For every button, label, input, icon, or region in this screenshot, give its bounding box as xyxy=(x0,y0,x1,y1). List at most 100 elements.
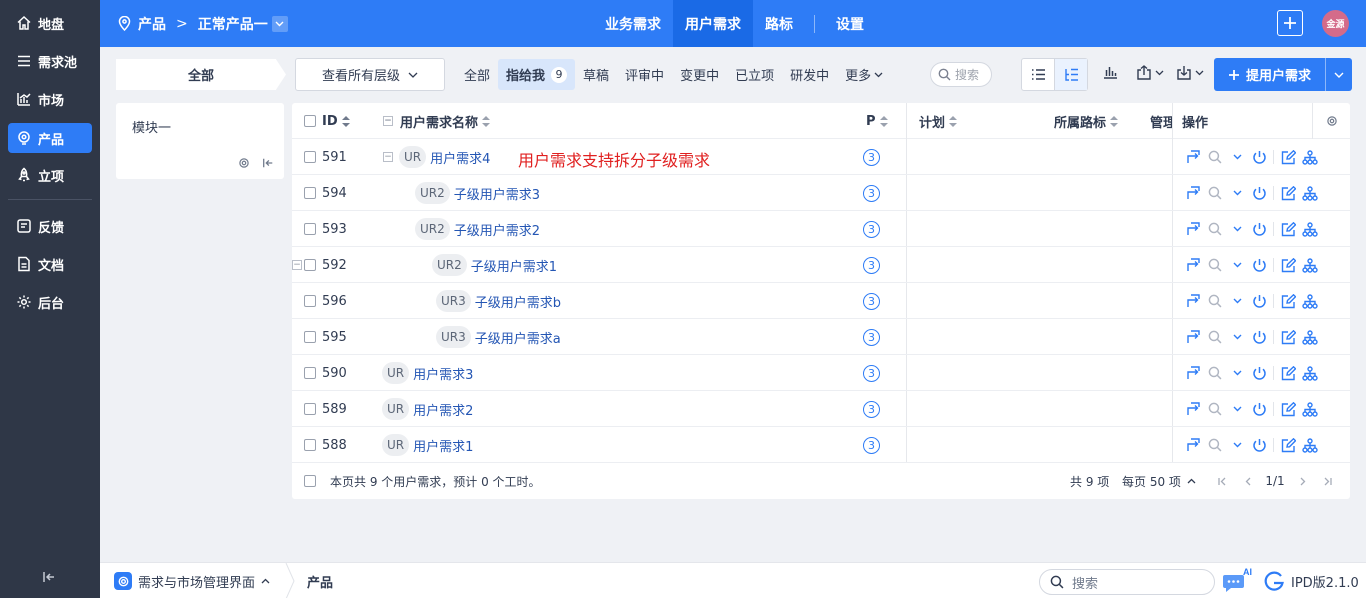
row-checkbox[interactable] xyxy=(304,319,316,355)
table-row[interactable]: 592 − UR2 子级用户需求1 3 xyxy=(292,247,1350,283)
export-button[interactable] xyxy=(1136,65,1164,80)
more-actions-dropdown[interactable] xyxy=(1226,370,1248,376)
close-demand-button[interactable] xyxy=(1248,294,1270,309)
tab-business-demand[interactable]: 业务需求 xyxy=(593,0,673,47)
ai-assistant-button[interactable]: AI xyxy=(1222,568,1254,594)
sidebar-item-docs[interactable]: 文档 xyxy=(8,249,92,279)
column-settings-button[interactable] xyxy=(1326,103,1338,139)
column-header-plan[interactable]: 计划 xyxy=(919,103,958,139)
filter-changing[interactable]: 变更中 xyxy=(672,59,727,90)
edit-button[interactable] xyxy=(1277,401,1299,417)
review-button[interactable] xyxy=(1204,402,1226,416)
filter-reviewing[interactable]: 评审中 xyxy=(617,59,672,90)
demand-title-link[interactable]: 子级用户需求1 xyxy=(471,256,557,275)
table-row[interactable]: 590 UR 用户需求3 3 xyxy=(292,355,1350,391)
table-row[interactable]: 591 − UR 用户需求4 3 xyxy=(292,139,1350,175)
filter-approved[interactable]: 已立项 xyxy=(727,59,782,90)
edit-button[interactable] xyxy=(1277,257,1299,273)
module-all-tab[interactable]: 全部 xyxy=(116,59,286,90)
bottom-breadcrumb[interactable]: 产品 xyxy=(307,563,333,598)
sidebar-item-project[interactable]: 立项 xyxy=(8,160,92,190)
breakdown-button[interactable] xyxy=(1299,365,1321,381)
demand-title-link[interactable]: 用户需求3 xyxy=(413,364,473,383)
split-demand-button[interactable] xyxy=(1182,330,1204,344)
demand-title-link[interactable]: 用户需求1 xyxy=(413,436,473,455)
sidebar-item-market[interactable]: 市场 xyxy=(8,84,92,114)
split-demand-button[interactable] xyxy=(1182,258,1204,272)
close-demand-button[interactable] xyxy=(1248,186,1270,201)
more-actions-dropdown[interactable] xyxy=(1226,406,1248,412)
app-switcher[interactable]: 需求与市场管理界面 xyxy=(114,563,270,598)
import-button[interactable] xyxy=(1176,65,1204,80)
more-actions-dropdown[interactable] xyxy=(1226,226,1248,232)
tab-settings[interactable]: 设置 xyxy=(824,0,876,47)
product-switcher-button[interactable] xyxy=(271,15,288,32)
breakdown-button[interactable] xyxy=(1299,401,1321,417)
sidebar-item-dashboard[interactable]: 地盘 xyxy=(8,8,92,38)
expand-all-toggle[interactable]: − xyxy=(383,103,399,139)
demand-title-link[interactable]: 子级用户需求2 xyxy=(454,220,540,239)
review-button[interactable] xyxy=(1204,186,1226,200)
edit-button[interactable] xyxy=(1277,221,1299,237)
select-all-checkbox[interactable] xyxy=(304,103,316,139)
edit-button[interactable] xyxy=(1277,185,1299,201)
edit-button[interactable] xyxy=(1277,437,1299,453)
close-demand-button[interactable] xyxy=(1248,258,1270,273)
table-row[interactable]: 588 UR 用户需求1 3 xyxy=(292,427,1350,463)
breadcrumb-root[interactable]: 产品 xyxy=(138,14,166,34)
more-actions-dropdown[interactable] xyxy=(1226,190,1248,196)
edit-button[interactable] xyxy=(1277,329,1299,345)
create-options-dropdown[interactable] xyxy=(1325,58,1352,91)
sidebar-item-demand-pool[interactable]: 需求池 xyxy=(8,46,92,76)
more-actions-dropdown[interactable] xyxy=(1226,262,1248,268)
report-button[interactable] xyxy=(1103,65,1118,79)
review-button[interactable] xyxy=(1204,330,1226,344)
filter-more-dropdown[interactable]: 更多 xyxy=(837,59,891,90)
split-demand-button[interactable] xyxy=(1182,222,1204,236)
page-size-select[interactable]: 每页 50 项 xyxy=(1122,473,1196,490)
split-demand-button[interactable] xyxy=(1182,438,1204,452)
table-row[interactable]: 589 UR 用户需求2 3 xyxy=(292,391,1350,427)
row-collapse-toggle[interactable]: − xyxy=(383,139,399,175)
review-button[interactable] xyxy=(1204,366,1226,380)
sidebar-item-product[interactable]: 产品 xyxy=(8,123,92,153)
row-checkbox[interactable] xyxy=(304,355,316,391)
create-user-demand-button[interactable]: 提用户需求 xyxy=(1214,58,1325,91)
breakdown-button[interactable] xyxy=(1299,257,1321,273)
demand-title-link[interactable]: 用户需求2 xyxy=(413,400,473,419)
table-row[interactable]: 596 UR3 子级用户需求b 3 xyxy=(292,283,1350,319)
collapse-panel-icon[interactable] xyxy=(262,157,274,169)
split-demand-button[interactable] xyxy=(1182,366,1204,380)
table-row[interactable]: 594 UR2 子级用户需求3 3 xyxy=(292,175,1350,211)
demand-title-link[interactable]: 子级用户需求b xyxy=(475,292,561,311)
more-actions-dropdown[interactable] xyxy=(1226,334,1248,340)
breadcrumb-current[interactable]: 正常产品一 xyxy=(198,14,268,34)
filter-all[interactable]: 全部 xyxy=(456,59,498,90)
review-button[interactable] xyxy=(1204,258,1226,272)
search-input[interactable]: 搜索 xyxy=(930,62,992,87)
close-demand-button[interactable] xyxy=(1248,366,1270,381)
module-item[interactable]: 模块一 xyxy=(132,117,171,136)
edit-button[interactable] xyxy=(1277,149,1299,165)
tree-view-button[interactable] xyxy=(1054,59,1087,90)
tab-roadmap[interactable]: 路标 xyxy=(753,0,805,47)
more-actions-dropdown[interactable] xyxy=(1226,154,1248,160)
list-view-button[interactable] xyxy=(1022,59,1054,90)
review-button[interactable] xyxy=(1204,222,1226,236)
close-demand-button[interactable] xyxy=(1248,438,1270,453)
close-demand-button[interactable] xyxy=(1248,402,1270,417)
row-checkbox[interactable] xyxy=(304,283,316,319)
collapse-sidebar-icon[interactable] xyxy=(42,570,56,584)
column-header-id[interactable]: ID xyxy=(322,103,350,139)
split-demand-button[interactable] xyxy=(1182,402,1204,416)
filter-developing[interactable]: 研发中 xyxy=(782,59,837,90)
review-button[interactable] xyxy=(1204,294,1226,308)
tab-user-demand[interactable]: 用户需求 xyxy=(673,0,753,47)
breakdown-button[interactable] xyxy=(1299,329,1321,345)
close-demand-button[interactable] xyxy=(1248,150,1270,165)
edit-button[interactable] xyxy=(1277,293,1299,309)
first-page-button[interactable] xyxy=(1210,477,1235,486)
column-header-manager[interactable]: 管理 xyxy=(1150,103,1172,139)
demand-title-link[interactable]: 用户需求4 xyxy=(430,148,490,167)
demand-title-link[interactable]: 子级用户需求3 xyxy=(454,184,540,203)
